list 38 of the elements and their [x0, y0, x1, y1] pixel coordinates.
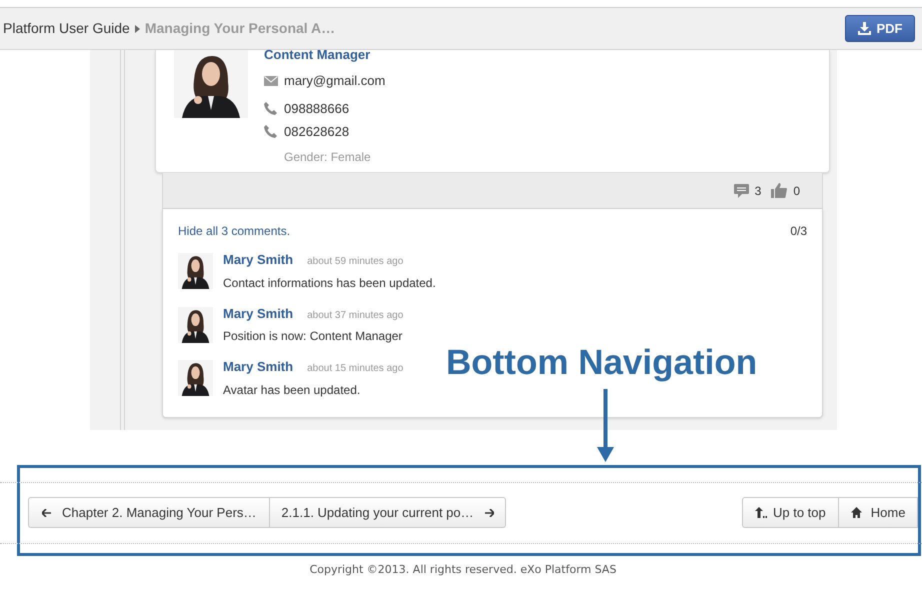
comment-author[interactable]: Mary Smith [223, 357, 294, 376]
comment-text: Avatar has been updated. [223, 382, 362, 398]
comment-time: about 59 minutes ago [307, 255, 404, 269]
thumbs-up-icon [771, 183, 788, 198]
pdf-button[interactable]: PDF [845, 15, 915, 42]
phone-icon [264, 125, 277, 138]
gender-text: Gender: Female [284, 148, 372, 166]
comment-count: 3 [754, 182, 762, 200]
phone-number: 082628628 [284, 123, 350, 141]
up-arrow-icon [755, 507, 767, 518]
comment-text: Contact informations has been updated. [223, 274, 436, 292]
envelope-icon [264, 76, 278, 86]
home-icon [850, 507, 862, 518]
email-text: mary@gmail.com [284, 72, 386, 90]
annotation-label: Bottom Navigation [446, 343, 758, 383]
comment-pager: 0/3 [790, 223, 807, 240]
position-title: Content Manager [264, 47, 372, 63]
download-icon [858, 22, 870, 35]
phone-icon [264, 102, 277, 115]
comment-author[interactable]: Mary Smith [223, 304, 294, 323]
comment-text: Position is now: Content Manager [223, 328, 404, 345]
caret-icon [134, 24, 140, 32]
comment-author[interactable]: Mary Smith [223, 250, 294, 270]
phone-number: 098888666 [284, 100, 350, 118]
hide-comments-link[interactable]: Hide all 3 comments. [178, 222, 290, 240]
comment-time: about 15 minutes ago [307, 362, 404, 376]
left-arrow-icon [42, 508, 51, 516]
home-button[interactable]: Home [838, 497, 918, 528]
breadcrumb-link[interactable]: Platform User Guide [3, 18, 130, 39]
breadcrumb-current: Managing Your Personal A… [144, 19, 336, 38]
like-count: 0 [793, 182, 800, 200]
copyright-text: Copyright ©2013. All rights reserved. eXo Platform SAS [308, 562, 618, 578]
up-to-top-button[interactable]: Up to top [742, 497, 839, 528]
previous-page-button[interactable]: Chapter 2. Managing Your Pers… [28, 497, 270, 528]
right-arrow-icon [484, 508, 494, 516]
comment-icon [734, 184, 749, 198]
next-page-button[interactable]: 2.1.1. Updating your current po… [270, 497, 506, 528]
comment-time: about 37 minutes ago [307, 308, 404, 322]
